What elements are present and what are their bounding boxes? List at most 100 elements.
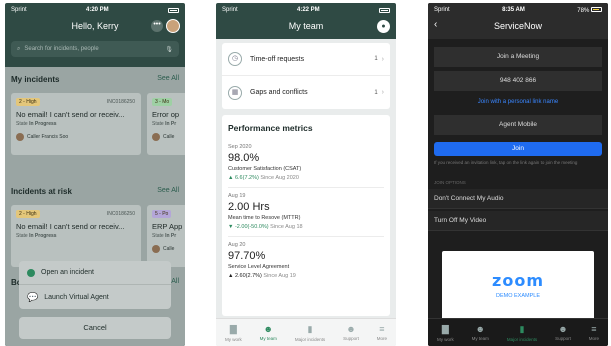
no-audio-toggle[interactable]: Don't Connect My Audio — [428, 189, 608, 209]
metric-csat[interactable]: Sep 2020 98.0% Customer Satisfaction (CS… — [228, 139, 384, 188]
status-bar: Sprint 8:35 AM 78% — [428, 3, 608, 17]
join-hint: If you received an invitation link, tap … — [434, 160, 578, 165]
incident-state: State In Pr — [152, 121, 177, 127]
page-title: ServiceNow — [493, 21, 542, 31]
metric-mttr[interactable]: Aug 19 2.00 Hrs Mean time to Resove (MTT… — [228, 188, 384, 237]
incident-state: State In Pr — [152, 233, 177, 239]
tab-my-team[interactable]: ☻ My team — [472, 324, 489, 341]
alert-icon: ▮ — [519, 323, 525, 334]
status-time: 4:20 PM — [86, 7, 109, 13]
phone-home: Sprint 4:20 PM Hello, Kerry ••• ⌕ Search… — [5, 3, 185, 346]
list-item-gaps[interactable]: ▦ Gaps and conflicts 1 › — [222, 76, 390, 109]
chat-icon[interactable]: ● — [377, 20, 390, 33]
screenshot-stage: Sprint 4:20 PM Hello, Kerry ••• ⌕ Search… — [0, 0, 611, 346]
tab-my-team[interactable]: ☻ My team — [260, 324, 277, 341]
carrier: Sprint — [222, 7, 238, 13]
cancel-button[interactable]: Cancel — [19, 317, 171, 339]
team-icon: ☻ — [263, 324, 274, 334]
display-name-field[interactable]: Agent Mobile — [434, 115, 602, 135]
demo-label: DEMO EXAMPLE — [495, 293, 540, 299]
support-icon: ☻ — [346, 324, 356, 334]
section-title: Incidents at risk — [11, 187, 72, 196]
priority-badge: 5 - Po — [152, 210, 172, 218]
list-item-time-off[interactable]: ◷ Time-off requests 1 › — [222, 43, 390, 76]
carrier: Sprint — [434, 7, 450, 13]
open-incident-button[interactable]: Open an incident — [19, 261, 171, 285]
battery-indicator: 78% — [577, 6, 602, 14]
mic-icon[interactable]: 🎙 — [165, 46, 173, 53]
tab-bar: ▇ My work ☻ My team ▮ Major incidents ☻ Supp… — [216, 318, 396, 346]
count: 1 — [374, 56, 378, 62]
more-icon[interactable]: ••• — [151, 20, 163, 32]
meeting-id-field[interactable]: 948 402 866 — [434, 71, 602, 91]
status-bar: Sprint 4:22 PM — [216, 3, 396, 17]
search-placeholder: Search for incidents, people — [24, 46, 99, 52]
at-risk-header: Incidents at risk See All — [11, 187, 179, 196]
personal-link-button[interactable]: Join with a personal link name — [434, 99, 602, 105]
incident-title: No email! I can't send or receiv... — [16, 222, 125, 231]
incident-caller: Calle — [152, 245, 185, 253]
page-title: My team — [288, 21, 324, 31]
incident-caller: Calle — [152, 133, 185, 141]
status-time: 4:22 PM — [297, 7, 320, 13]
section-title: Performance metrics — [228, 123, 313, 133]
briefcase-icon: ▇ — [441, 323, 449, 334]
incident-number: INC0186250 — [106, 99, 135, 105]
join-button[interactable]: Join — [434, 142, 602, 156]
incident-card[interactable]: 5 - Po ERP App State In Pr Calle — [147, 205, 185, 267]
my-team-header: My team ● — [216, 17, 396, 39]
priority-badge: 2 - High — [16, 98, 40, 106]
zoom-logo-panel: zoom DEMO EXAMPLE — [442, 251, 594, 321]
caller-avatar — [152, 133, 160, 141]
priority-badge: 3 - Mo — [152, 98, 173, 106]
tab-major-incidents[interactable]: ▮ Major incidents — [507, 324, 537, 342]
search-icon: ⌕ — [17, 45, 21, 52]
team-icon: ☻ — [475, 324, 486, 334]
caller-avatar — [16, 133, 24, 141]
no-video-toggle[interactable]: Turn Off My Video — [428, 211, 608, 231]
incident-card[interactable]: 2 - High INC0186250 No email! I can't se… — [11, 93, 141, 155]
launch-virtual-agent-button[interactable]: 💬 Launch Virtual Agent — [19, 285, 171, 309]
avatar[interactable] — [166, 19, 180, 33]
performance-metrics: Performance metrics Sep 2020 98.0% Custo… — [222, 115, 390, 316]
my-incidents-header: My incidents See All — [11, 75, 179, 84]
tab-more[interactable]: ≡ More — [377, 324, 387, 341]
action-sheet: Open an incident 💬 Launch Virtual Agent — [19, 261, 171, 309]
incident-card[interactable]: 2 - High INC0186250 No email! I can't se… — [11, 205, 141, 267]
status-bar: Sprint 4:20 PM — [5, 3, 185, 17]
tab-my-work[interactable]: ▇ My work — [437, 324, 454, 342]
tab-my-work[interactable]: ▇ My work — [225, 324, 242, 342]
briefcase-icon: ▇ — [229, 323, 237, 334]
see-all-link[interactable]: See All — [157, 187, 179, 196]
incident-state: State In Progress — [16, 233, 57, 239]
see-all-link[interactable]: See All — [157, 75, 179, 84]
join-meeting-heading: Join a Meeting — [434, 47, 602, 67]
partial-see-all: All — [171, 278, 179, 285]
incident-title: ERP App — [152, 222, 183, 231]
tab-major-incidents[interactable]: ▮ Major incidents — [295, 324, 325, 342]
incident-icon — [27, 268, 35, 277]
incident-card[interactable]: 3 - Mo Error op State In Pr Calle — [147, 93, 185, 155]
incident-caller: Caller Francis Soo — [16, 133, 136, 141]
search-input[interactable]: ⌕ Search for incidents, people 🎙 — [11, 41, 179, 57]
phone-my-team: Sprint 4:22 PM My team ● ◷ Time-off requ… — [216, 3, 396, 346]
metric-sla[interactable]: Aug 20 97.70% Service Level Agreement ▲ … — [228, 237, 384, 285]
clock-icon: ◷ — [228, 52, 242, 66]
caller-avatar — [152, 245, 160, 253]
phone-zoom: Sprint 8:35 AM 78% ‹ ServiceNow Join a M… — [428, 3, 608, 346]
team-requests-list: ◷ Time-off requests 1 › ▦ Gaps and confl… — [222, 43, 390, 109]
count: 1 — [374, 89, 378, 96]
tab-more[interactable]: ≡ More — [589, 324, 599, 341]
battery-icon — [168, 7, 179, 13]
section-title: My incidents — [11, 75, 60, 84]
zoom-logo: zoom — [492, 271, 544, 290]
carrier: Sprint — [11, 7, 27, 13]
tab-support[interactable]: ☻ Support — [555, 324, 571, 341]
status-time: 8:35 AM — [502, 7, 525, 13]
home-header: Hello, Kerry ••• ⌕ Search for incidents,… — [5, 17, 185, 67]
incident-title: Error op — [152, 110, 180, 119]
chevron-right-icon: › — [381, 55, 384, 63]
tab-support[interactable]: ☻ Support — [343, 324, 359, 341]
incident-title: No email! I can't send or receiv... — [16, 110, 125, 119]
battery-icon — [590, 6, 602, 12]
